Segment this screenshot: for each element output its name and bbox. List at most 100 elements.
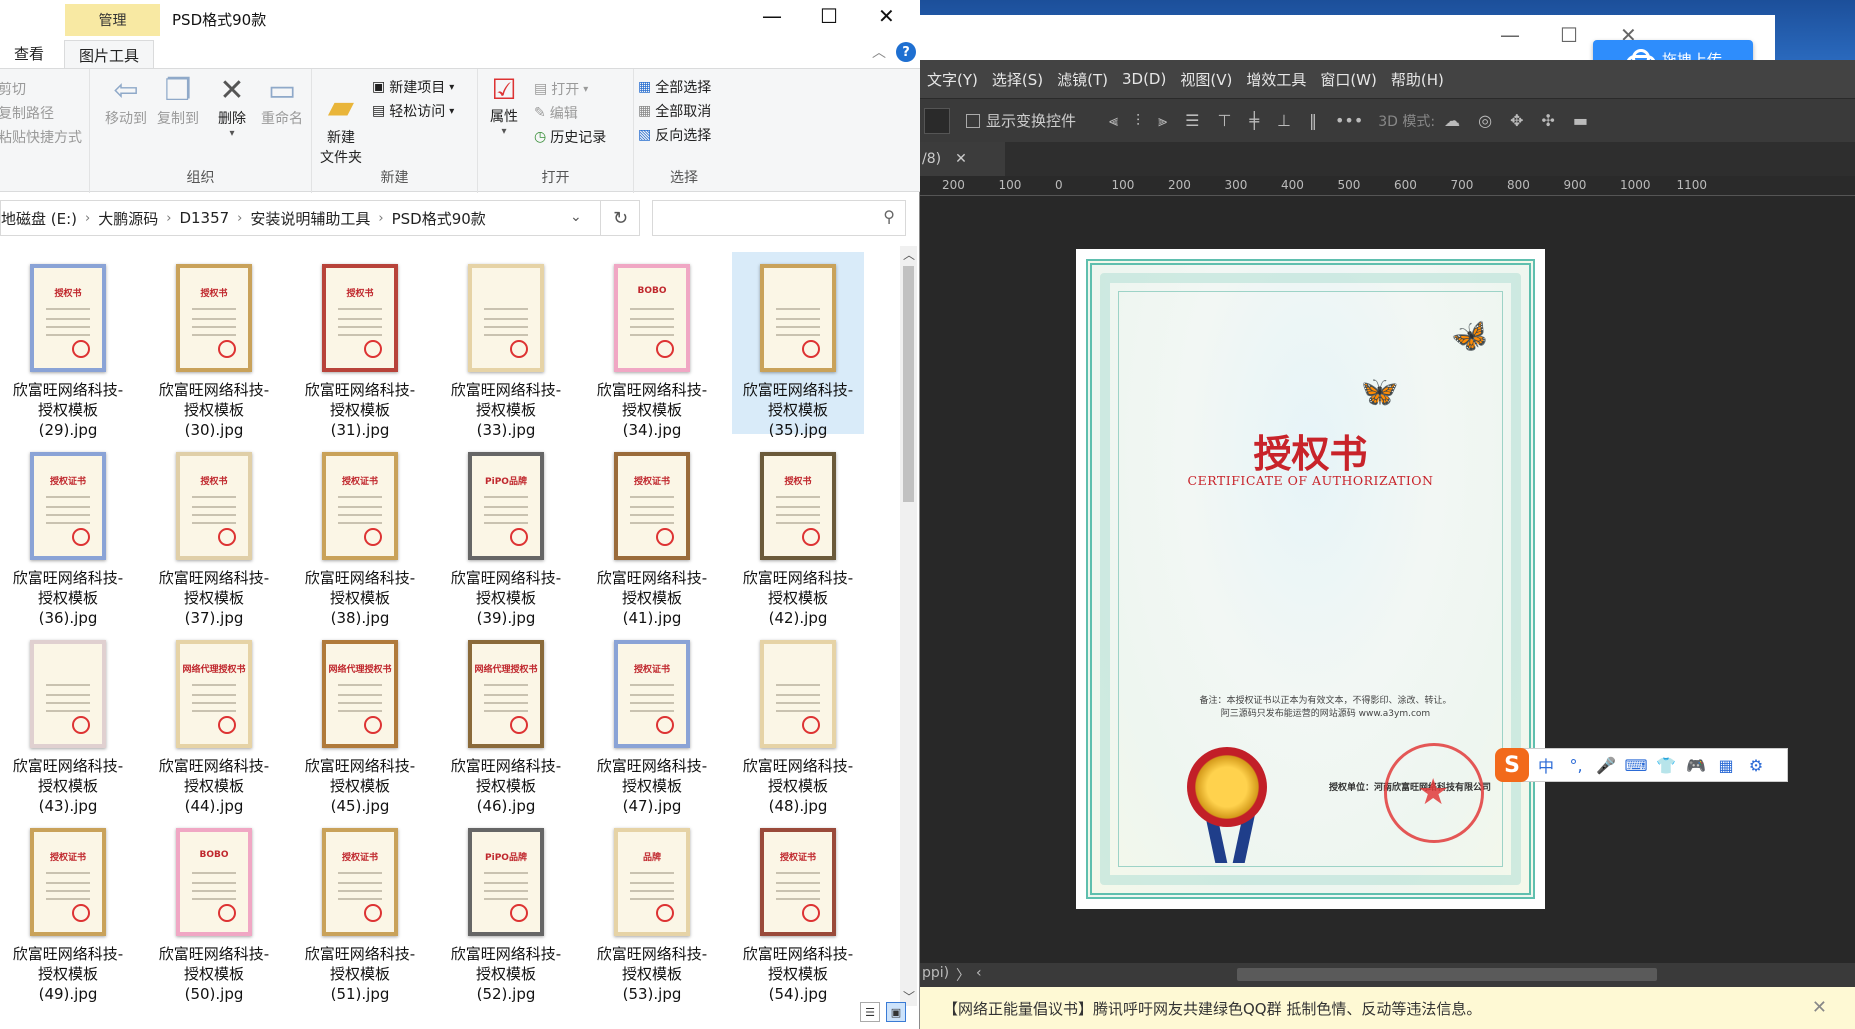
roll-3d-icon[interactable]: ◎ [1478,111,1492,130]
document-tab[interactable]: /8) ✕ [920,142,1005,176]
align-middle-icon[interactable]: ╪ [1249,111,1259,130]
toolbox-icon[interactable]: ▦ [1713,756,1739,775]
file-item[interactable]: 授权书 欣富旺网络科技- 授权模板 (31).jpg [294,252,426,439]
tool-preset-picker[interactable] [924,107,950,134]
breadcrumb-item[interactable]: D1357 [171,209,237,227]
ps-menu-item[interactable]: 增效工具 [1239,69,1313,90]
minimize-button[interactable]: — [762,4,782,28]
ps-menu-item[interactable]: 滤镜(T) [1050,69,1115,90]
file-item[interactable]: 授权书 欣富旺网络科技- 授权模板 (30).jpg [148,252,280,439]
select-none-button[interactable]: ▦ 全部取消 [638,101,711,121]
ps-menu-item[interactable]: 3D(D) [1115,70,1173,88]
keyboard-icon[interactable]: ⌨ [1623,756,1649,775]
vertical-scrollbar[interactable]: ︿ ﹀ [900,246,917,1006]
tab-view[interactable]: 查看 [14,43,44,64]
file-item[interactable]: 网络代理授权书 欣富旺网络科技- 授权模板 (45).jpg [294,628,426,815]
cut-button[interactable]: 剪切 [0,79,26,99]
history-button[interactable]: ◷ 历史记录 [534,127,606,147]
align-left-icon[interactable]: ⫷ [1109,111,1118,131]
status-arrow-icon[interactable]: 〉 [956,965,970,985]
align-center-icon[interactable]: ⫶ [1136,111,1140,131]
address-bar[interactable]: 地磁盘 (E:) › 大鹏源码 › D1357 › 安装说明辅助工具 › PSD格式90款 [0,200,640,236]
show-transform-checkbox[interactable] [966,113,980,128]
file-item[interactable]: 欣富旺网络科技- 授权模板 (43).jpg [2,628,134,815]
scroll-left-icon[interactable]: ‹ [976,965,982,981]
file-item[interactable]: 授权证书 欣富旺网络科技- 授权模板 (54).jpg [732,816,864,1003]
file-item[interactable]: PiPO品牌 欣富旺网络科技- 授权模板 (52).jpg [440,816,572,1003]
ps-minimize-button[interactable]: — [1500,23,1520,47]
help-icon[interactable]: ? [896,42,916,62]
rename-button[interactable]: ▭ 重命名 [256,73,308,128]
breadcrumb-item[interactable]: PSD格式90款 [384,208,494,229]
file-item[interactable]: 授权证书 欣富旺网络科技- 授权模板 (49).jpg [2,816,134,1003]
copy-path-button[interactable]: 复制路径 [0,103,54,123]
refresh-button[interactable]: ↻ [600,200,640,236]
collapse-ribbon-icon[interactable]: ︿ [872,42,886,62]
file-item[interactable]: PiPO品牌 欣富旺网络科技- 授权模板 (39).jpg [440,440,572,627]
easy-access-button[interactable]: ▤ 轻松访问 ▾ [372,101,454,121]
details-view-icon[interactable]: ☰ [860,1002,880,1022]
edit-button[interactable]: ✎ 编辑 [534,103,578,123]
breadcrumb-item[interactable]: 地磁盘 (E:) [1,208,85,229]
delete-dropdown-icon[interactable]: ▾ [212,128,252,139]
orbit-3d-icon[interactable]: ☁ [1444,111,1460,130]
file-item[interactable]: 欣富旺网络科技- 授权模板 (48).jpg [732,628,864,815]
manage-context-tab[interactable]: 管理 [65,4,160,36]
ps-menu-item[interactable]: 选择(S) [985,69,1050,90]
paste-shortcut-button[interactable]: 粘贴快捷方式 [0,127,82,147]
file-item[interactable]: 授权证书 欣富旺网络科技- 授权模板 (36).jpg [2,440,134,627]
delete-button[interactable]: ✕ 删除 ▾ [212,73,252,139]
scroll-up-icon[interactable]: ︿ [903,246,915,263]
file-item[interactable]: 网络代理授权书 欣富旺网络科技- 授权模板 (46).jpg [440,628,572,815]
file-item[interactable]: BOBO 欣富旺网络科技- 授权模板 (50).jpg [148,816,280,1003]
file-item[interactable]: 授权书 欣富旺网络科技- 授权模板 (42).jpg [732,440,864,627]
microphone-icon[interactable]: 🎤 [1593,756,1619,775]
file-item[interactable]: 授权书 欣富旺网络科技- 授权模板 (29).jpg [2,252,134,439]
ps-maximize-button[interactable]: ☐ [1560,23,1578,47]
ps-menu-item[interactable]: 文字(Y) [920,69,985,90]
close-notice-icon[interactable]: ✕ [1812,997,1827,1018]
horizontal-scrollbar[interactable] [1237,968,1657,981]
breadcrumb-item[interactable]: 大鹏源码 [90,208,166,229]
copy-to-button[interactable]: ❐ 复制到 [154,73,202,128]
ime-mode[interactable]: 中 [1533,753,1559,777]
close-button[interactable]: ✕ [878,4,895,28]
skin-icon[interactable]: 👕 [1653,756,1679,775]
ime-punct[interactable]: °, [1563,756,1589,775]
more-options-icon[interactable]: ••• [1335,111,1363,130]
file-item[interactable]: 授权证书 欣富旺网络科技- 授权模板 (41).jpg [586,440,718,627]
camera-3d-icon[interactable]: ▬ [1573,111,1588,130]
move-to-button[interactable]: ⇦ 移动到 [102,73,150,128]
ps-menu-item[interactable]: 窗口(W) [1313,69,1384,90]
properties-button[interactable]: ☑ 属性 ▾ [484,73,524,137]
ps-menu-item[interactable]: 视图(V) [1173,69,1239,90]
ps-menu-item[interactable]: 帮助(H) [1384,69,1451,90]
file-item[interactable]: BOBO 欣富旺网络科技- 授权模板 (34).jpg [586,252,718,439]
file-item[interactable]: 授权证书 欣富旺网络科技- 授权模板 (38).jpg [294,440,426,627]
game-icon[interactable]: 🎮 [1683,756,1709,775]
slide-3d-icon[interactable]: ✣ [1542,111,1555,130]
properties-dropdown-icon[interactable]: ▾ [484,126,524,137]
invert-selection-button[interactable]: ▧ 反向选择 [638,125,711,145]
file-item[interactable]: 欣富旺网络科技- 授权模板 (33).jpg [440,252,572,439]
distribute-icon[interactable]: ☰ [1185,111,1199,130]
align-bottom-icon[interactable]: ⊥ [1277,111,1291,130]
open-button[interactable]: ▤ 打开 ▾ [534,79,588,99]
file-item[interactable]: 品牌 欣富旺网络科技- 授权模板 (53).jpg [586,816,718,1003]
large-icons-view-icon[interactable]: ▣ [886,1002,906,1022]
file-item[interactable]: 授权证书 欣富旺网络科技- 授权模板 (51).jpg [294,816,426,1003]
align-right-icon[interactable]: ⫸ [1158,111,1167,131]
pan-3d-icon[interactable]: ✥ [1510,111,1523,130]
sogou-logo-icon[interactable]: S [1495,748,1529,782]
search-input[interactable]: ⚲ [652,200,906,236]
breadcrumb-item[interactable]: 安装说明辅助工具 [242,208,378,229]
maximize-button[interactable]: ☐ [820,4,838,28]
select-all-button[interactable]: ▦ 全部选择 [638,77,711,97]
close-tab-icon[interactable]: ✕ [955,151,967,167]
new-item-button[interactable]: ▣ 新建项目 ▾ [372,77,454,97]
ime-settings-icon[interactable]: ⚙ [1743,756,1769,775]
align-top-icon[interactable]: ⊤ [1217,111,1231,130]
file-item[interactable]: 网络代理授权书 欣富旺网络科技- 授权模板 (44).jpg [148,628,280,815]
file-item[interactable]: 授权书 欣富旺网络科技- 授权模板 (37).jpg [148,440,280,627]
distribute-v-icon[interactable]: ‖ [1309,111,1317,130]
